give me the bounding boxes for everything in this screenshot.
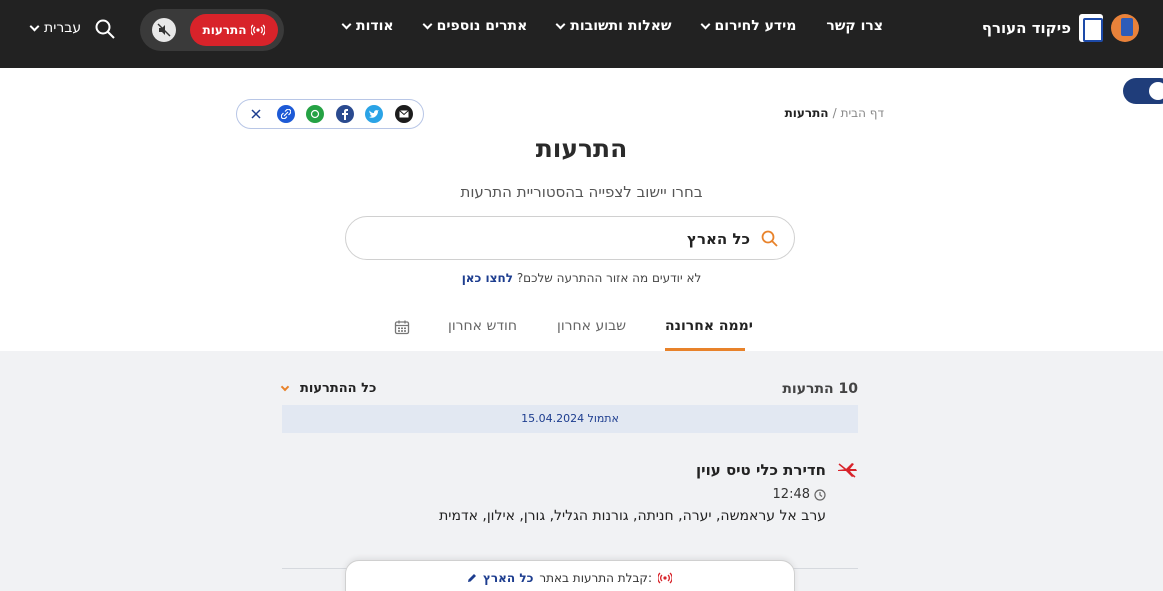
alert-type-filter-label: כל ההתרעות [300, 381, 377, 396]
clock-icon [814, 488, 826, 501]
tab-last-week[interactable]: שבוע אחרון [557, 318, 626, 334]
alert-time-value: 12:48 [772, 487, 810, 502]
nav-item-label: צרו קשר [826, 18, 883, 34]
calendar-icon[interactable] [394, 319, 410, 335]
nav-item-contact[interactable]: צרו קשר [826, 18, 883, 34]
page-title: התרעות [535, 134, 628, 163]
breadcrumb-separator: / [832, 106, 837, 120]
nav-item-label: אתרים נוספים [436, 18, 528, 34]
language-label: עברית [44, 20, 82, 36]
search-icon[interactable] [94, 18, 116, 40]
alerts-button[interactable]: התרעות [190, 14, 278, 46]
top-navbar: פיקוד העורף צרו קשר מידע לחירום שאלות ות… [0, 0, 1163, 68]
results-panel: 10 התרעות כל ההתרעות אתמול 15.04.2024 חד… [0, 351, 1163, 591]
twitter-share-button[interactable] [365, 105, 384, 123]
whatsapp-share-button[interactable] [306, 105, 325, 123]
twitter-icon [369, 109, 380, 118]
chevron-down-icon [700, 19, 710, 29]
chevron-down-icon [422, 19, 433, 29]
nav-item-label: מידע לחירום [714, 18, 797, 34]
location-search[interactable] [345, 216, 795, 260]
receive-alerts-content: קבלת התרעות באתר: כל הארץ [467, 571, 672, 585]
date-group-header: אתמול 15.04.2024 [282, 405, 858, 433]
region-hint: לא יודעים מה אזור ההתרעה שלכם? לחצו כאן [0, 271, 1163, 285]
alerts-count: 10 התרעות [782, 381, 858, 397]
accessibility-toggle[interactable] [1123, 78, 1163, 104]
nav-item-emergency-info[interactable]: מידע לחירום [700, 18, 797, 34]
nav-item-more-sites[interactable]: אתרים נוספים [422, 18, 528, 34]
chevron-down-icon [29, 21, 40, 31]
language-selector[interactable]: עברית [29, 20, 82, 36]
mute-icon [157, 23, 171, 37]
alerts-button-label: התרעות [202, 23, 247, 37]
alert-time: 12:48 [773, 487, 826, 502]
whatsapp-icon [311, 109, 320, 119]
share-bar [236, 99, 424, 129]
page-subtitle: בחרו יישוב לצפייה בהסטוריית התרעות [460, 183, 703, 201]
breadcrumb-current: התרעות [784, 106, 829, 120]
broadcast-icon [251, 24, 266, 36]
nav-item-label: שאלות ותשובות [570, 18, 672, 34]
pencil-icon[interactable] [467, 573, 477, 583]
email-icon [399, 110, 409, 118]
x-icon [251, 109, 261, 119]
region-hint-link[interactable]: לחצו כאן [462, 271, 513, 285]
search-icon [761, 230, 778, 247]
tab-last-day[interactable]: יממה אחרונה [665, 318, 753, 334]
tab-last-month[interactable]: חודש אחרון [448, 318, 517, 334]
receive-alerts-bar: קבלת התרעות באתר: כל הארץ [345, 560, 795, 591]
main-nav: צרו קשר מידע לחירום שאלות ותשובות אתרים … [341, 18, 883, 34]
location-search-input[interactable] [370, 227, 750, 251]
email-share-button[interactable] [394, 105, 413, 123]
brand-name: פיקוד העורף [981, 19, 1071, 37]
nav-item-label: אודות [356, 18, 394, 34]
alert-title-row: חדירת כלי טיס עוין [696, 461, 858, 479]
close-share-button[interactable] [247, 105, 265, 123]
hostile-aircraft-icon [838, 463, 857, 478]
receive-alerts-location[interactable]: כל הארץ [483, 571, 533, 585]
alert-places: ערב אל עראמשה, יערה, חניתה, גורנות הגליל… [439, 508, 826, 524]
home-front-emblem-icon [1111, 14, 1139, 42]
chevron-down-icon [280, 382, 290, 392]
chevron-down-icon [555, 19, 566, 29]
chevron-down-icon [341, 19, 352, 29]
facebook-share-button[interactable] [335, 105, 354, 123]
region-hint-text: לא יודעים מה אזור ההתרעה שלכם? [516, 271, 702, 285]
facebook-icon [341, 108, 348, 120]
alert-title: חדירת כלי טיס עוין [696, 461, 826, 479]
time-range-tabs: יממה אחרונה שבוע אחרון חודש אחרון [0, 312, 1163, 352]
broadcast-icon [658, 572, 672, 584]
breadcrumb-home[interactable]: דף הבית [841, 106, 884, 120]
alert-type-filter[interactable]: כל ההתרעות [280, 381, 377, 396]
breadcrumb: דף הבית / התרעות [785, 106, 884, 120]
brand-logo[interactable]: פיקוד העורף [982, 12, 1139, 44]
nav-item-faq[interactable]: שאלות ותשובות [555, 18, 672, 34]
receive-alerts-label: קבלת התרעות באתר: [539, 571, 652, 585]
state-emblem-icon [1079, 14, 1103, 42]
mute-button[interactable] [152, 18, 176, 42]
link-icon [280, 109, 291, 119]
alerts-control: התרעות [140, 9, 284, 51]
copy-link-button[interactable] [276, 105, 295, 123]
nav-item-about[interactable]: אודות [341, 18, 394, 34]
